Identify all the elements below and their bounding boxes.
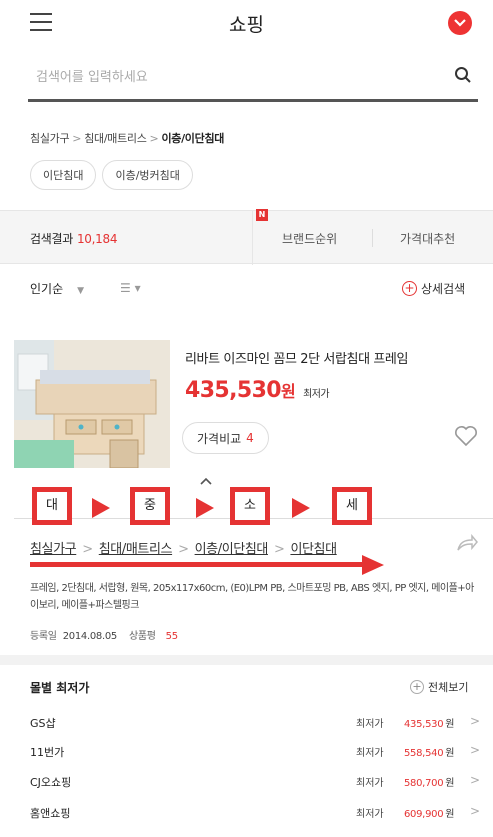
search-icon[interactable] bbox=[454, 66, 472, 84]
arrow-right-icon bbox=[196, 498, 214, 518]
search-bar bbox=[28, 56, 478, 102]
tab-search-result[interactable]: 검색결과 10,184 bbox=[30, 230, 117, 247]
plus-icon: + bbox=[402, 281, 417, 296]
category-link-medium[interactable]: 침대/매트리스 bbox=[99, 542, 173, 557]
compare-label: 가격비교 bbox=[197, 431, 242, 446]
tab-label: 검색결과 bbox=[30, 232, 73, 246]
price-value: 435,530 bbox=[185, 378, 282, 403]
arrow-right-icon bbox=[292, 498, 310, 518]
mall-name: 홈앤쇼핑 bbox=[30, 807, 71, 820]
tab-brand-ranking[interactable]: 브랜드순위 bbox=[282, 230, 337, 247]
mall-row[interactable]: CJ오쇼핑 최저가 580,700 원 > bbox=[30, 773, 481, 794]
mall-price-unit: 원 bbox=[445, 719, 455, 730]
view-all-button[interactable]: + 전체보기 bbox=[410, 679, 468, 695]
breadcrumb-current[interactable]: 이층/이단침대 bbox=[161, 132, 224, 145]
chevron-right-icon: > bbox=[470, 804, 481, 818]
compare-count: 4 bbox=[246, 431, 254, 445]
breadcrumb-item[interactable]: 침대/매트리스 bbox=[84, 132, 147, 145]
page-title: 쇼핑 bbox=[229, 14, 264, 36]
product-image[interactable] bbox=[14, 340, 170, 468]
category-breadcrumb: 침실가구 > 침대/매트리스 > 이층/이단침대 > 이단침대 bbox=[30, 542, 337, 557]
annotation-large: 대 bbox=[32, 487, 72, 525]
registration-info: 등록일 2014.08.05 상품평 55 bbox=[30, 627, 178, 642]
chevron-up-icon[interactable] bbox=[199, 476, 213, 486]
price-unit: 원 bbox=[281, 382, 296, 401]
result-count: 10,184 bbox=[76, 232, 118, 246]
chevron-right-icon: > bbox=[470, 743, 481, 757]
chip-loft-bed[interactable]: 이층/벙커침대 bbox=[102, 160, 193, 190]
detail-search-button[interactable]: + 상세검색 bbox=[402, 280, 465, 297]
mall-price-unit: 원 bbox=[445, 778, 455, 789]
review-label: 상품평 bbox=[128, 631, 156, 642]
breadcrumb-item[interactable]: 침실가구 bbox=[30, 132, 70, 145]
new-badge: N bbox=[256, 209, 268, 221]
mall-min-label: 최저가 bbox=[356, 719, 384, 730]
product-price: 435,530원 최저가 bbox=[185, 378, 330, 403]
category-link-large[interactable]: 침실가구 bbox=[30, 542, 77, 557]
chevron-down-icon: ▼ bbox=[77, 286, 85, 296]
breadcrumb: 침실가구 > 침대/매트리스 > 이층/이단침대 bbox=[30, 132, 225, 145]
reg-date: 2014.08.05 bbox=[62, 631, 118, 642]
plus-icon: + bbox=[410, 680, 424, 694]
share-icon[interactable] bbox=[456, 534, 478, 552]
divider bbox=[252, 211, 253, 265]
mall-name: CJ오쇼핑 bbox=[30, 776, 72, 789]
mall-row[interactable]: 11번가 최저가 558,540 원 > bbox=[30, 743, 481, 764]
annotation-arrow bbox=[30, 562, 366, 567]
tab-price-recommend[interactable]: 가격대추천 bbox=[400, 230, 455, 247]
mall-price: 609,900 원 bbox=[404, 805, 454, 820]
product-spec: 프레임, 2단침대, 서랍형, 원목, 205x117x60cm, (E0)LP… bbox=[30, 583, 474, 611]
price-compare-button[interactable]: 가격비교 4 bbox=[182, 422, 269, 454]
reg-date-label: 등록일 bbox=[30, 631, 57, 642]
annotation-small: 소 bbox=[230, 487, 270, 525]
mall-name: GS샵 bbox=[30, 717, 56, 730]
annotation-detail: 세 bbox=[332, 487, 372, 525]
annotation-medium: 중 bbox=[130, 487, 170, 525]
min-price-label: 최저가 bbox=[303, 389, 329, 400]
mall-price-value: 435,530 bbox=[404, 719, 444, 730]
mall-row[interactable]: GS샵 최저가 435,530 원 > bbox=[30, 714, 481, 735]
arrow-right-icon bbox=[92, 498, 110, 518]
mall-price: 558,540 원 bbox=[404, 744, 454, 759]
divider bbox=[372, 229, 373, 247]
category-link-detail[interactable]: 이단침대 bbox=[290, 542, 337, 557]
category-link-small[interactable]: 이층/이단침대 bbox=[195, 542, 269, 557]
mall-price: 580,700 원 bbox=[404, 774, 454, 789]
sort-label: 인기순 bbox=[30, 282, 64, 296]
chip-bunk-bed[interactable]: 이단침대 bbox=[30, 160, 97, 190]
mall-price-value: 609,900 bbox=[404, 809, 444, 820]
view-all-label: 전체보기 bbox=[428, 681, 469, 694]
mall-min-label: 최저가 bbox=[356, 748, 384, 759]
mall-min-label: 최저가 bbox=[356, 778, 384, 789]
mall-price: 435,530 원 bbox=[404, 715, 454, 730]
chevron-right-icon: > bbox=[470, 773, 481, 787]
mall-min-label: 최저가 bbox=[356, 809, 384, 820]
category-chips: 이단침대 이층/벙커침대 bbox=[30, 160, 193, 190]
arrow-right-icon bbox=[362, 555, 384, 575]
result-tabbar: 검색결과 10,184 N 브랜드순위 가격대추천 bbox=[0, 209, 493, 265]
mall-row[interactable]: 홈앤쇼핑 최저가 609,900 원 > bbox=[30, 804, 481, 825]
product-name[interactable]: 리바트 이즈마인 꼼므 2단 서랍침대 프레임 bbox=[185, 348, 408, 367]
mall-price-unit: 원 bbox=[445, 809, 455, 820]
search-input[interactable] bbox=[36, 64, 426, 90]
chevron-down-icon[interactable] bbox=[448, 11, 472, 35]
app-header: 쇼핑 bbox=[0, 0, 493, 48]
section-separator bbox=[0, 655, 493, 665]
review-count[interactable]: 55 bbox=[166, 631, 178, 642]
mall-name: 11번가 bbox=[30, 746, 65, 759]
sort-dropdown[interactable]: 인기순 ▼ bbox=[30, 280, 84, 297]
mall-section-title: 몰별 최저가 bbox=[30, 681, 90, 695]
mall-price-unit: 원 bbox=[445, 748, 455, 759]
mall-price-value: 558,540 bbox=[404, 748, 444, 759]
mall-price-value: 580,700 bbox=[404, 778, 444, 789]
list-view-icon[interactable]: ☰ ▾ bbox=[120, 281, 141, 295]
heart-icon[interactable] bbox=[454, 425, 478, 447]
detail-search-label: 상세검색 bbox=[421, 282, 466, 296]
chevron-right-icon: > bbox=[470, 714, 481, 728]
